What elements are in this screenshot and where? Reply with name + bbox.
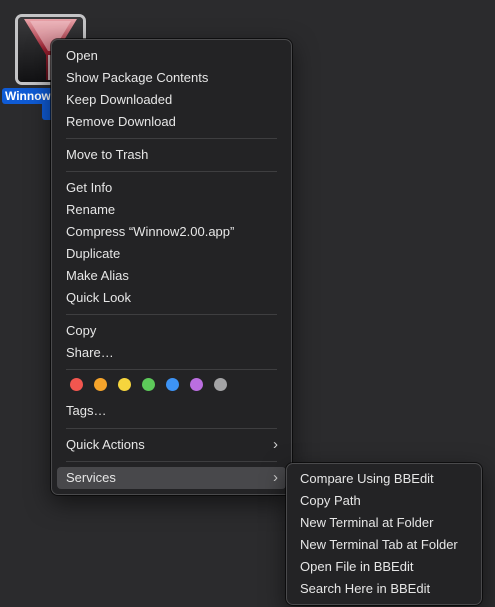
tag-dot-green[interactable] (142, 378, 155, 391)
menu-separator (66, 171, 277, 172)
menu-separator (66, 428, 277, 429)
menu-item-quick-look[interactable]: Quick Look (57, 287, 286, 309)
submenu-item-compare-using-bbedit[interactable]: Compare Using BBEdit (292, 468, 476, 490)
chevron-right-icon: › (273, 469, 278, 486)
menu-item-compress[interactable]: Compress “Winnow2.00.app” (57, 221, 286, 243)
menu-item-keep-downloaded[interactable]: Keep Downloaded (57, 89, 286, 111)
tag-dot-purple[interactable] (190, 378, 203, 391)
menu-item-share[interactable]: Share… (57, 342, 286, 364)
submenu-item-open-file-in-bbedit[interactable]: Open File in BBEdit (292, 556, 476, 578)
file-name-text: Winnow (2, 88, 54, 104)
tag-dot-yellow[interactable] (118, 378, 131, 391)
menu-separator (66, 369, 277, 370)
menu-item-quick-actions[interactable]: Quick Actions › (57, 434, 286, 456)
menu-item-quick-actions-label: Quick Actions (66, 437, 145, 452)
tag-dot-red[interactable] (70, 378, 83, 391)
menu-item-services[interactable]: Services › (57, 467, 286, 489)
menu-item-make-alias[interactable]: Make Alias (57, 265, 286, 287)
menu-item-get-info[interactable]: Get Info (57, 177, 286, 199)
menu-separator (66, 138, 277, 139)
submenu-item-copy-path[interactable]: Copy Path (292, 490, 476, 512)
tag-dot-gray[interactable] (214, 378, 227, 391)
submenu-item-search-here-in-bbedit[interactable]: Search Here in BBEdit (292, 578, 476, 600)
menu-item-rename[interactable]: Rename (57, 199, 286, 221)
menu-separator (66, 314, 277, 315)
tag-dot-blue[interactable] (166, 378, 179, 391)
tag-dot-orange[interactable] (94, 378, 107, 391)
menu-item-remove-download[interactable]: Remove Download (57, 111, 286, 133)
menu-item-tags[interactable]: Tags… (57, 400, 286, 422)
menu-item-open[interactable]: Open (57, 45, 286, 67)
services-submenu: Compare Using BBEdit Copy Path New Termi… (286, 463, 482, 605)
context-menu: Open Show Package Contents Keep Download… (51, 39, 292, 495)
submenu-item-new-terminal-tab-at-folder[interactable]: New Terminal Tab at Folder (292, 534, 476, 556)
chevron-right-icon: › (273, 436, 278, 453)
submenu-item-new-terminal-at-folder[interactable]: New Terminal at Folder (292, 512, 476, 534)
menu-item-copy[interactable]: Copy (57, 320, 286, 342)
menu-separator (66, 461, 277, 462)
menu-item-move-to-trash[interactable]: Move to Trash (57, 144, 286, 166)
menu-item-duplicate[interactable]: Duplicate (57, 243, 286, 265)
menu-item-services-label: Services (66, 470, 116, 485)
menu-item-show-package-contents[interactable]: Show Package Contents (57, 67, 286, 89)
